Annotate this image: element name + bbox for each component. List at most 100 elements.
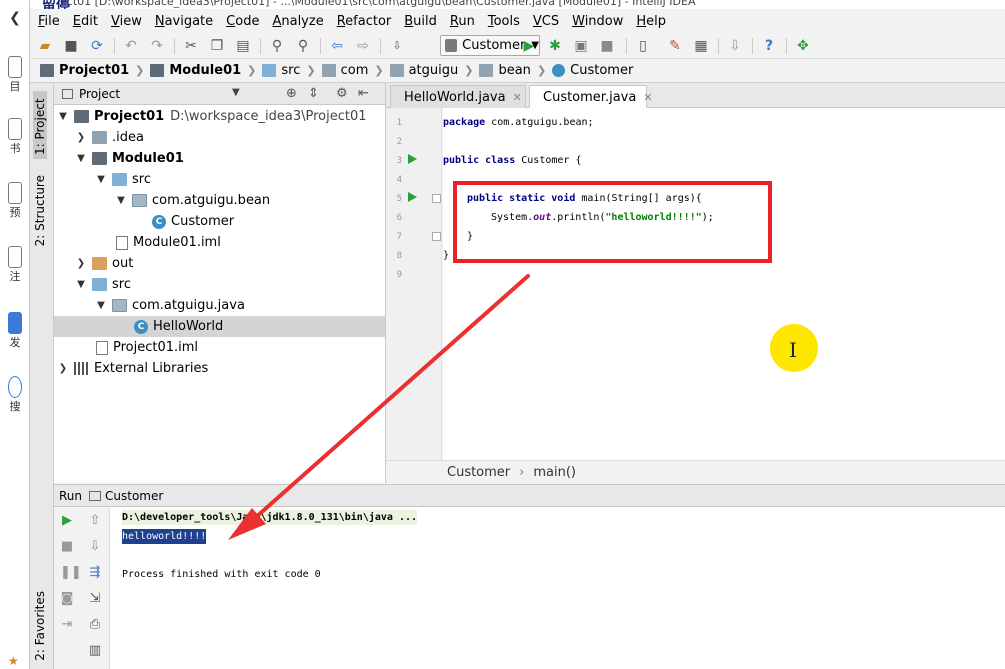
fold-icon[interactable] (432, 232, 441, 241)
find-icon[interactable]: ⚲ (268, 37, 286, 55)
run-config-name[interactable]: Customer (105, 489, 163, 503)
crumb-atguigu[interactable]: atguigu ❯ (389, 63, 480, 78)
menu-tools[interactable]: Tools (488, 14, 520, 29)
stop-icon[interactable]: ■ (60, 540, 74, 554)
project-structure-icon[interactable]: ▦ (692, 37, 710, 55)
chevron-down-icon[interactable]: ▼ (74, 279, 88, 290)
dump-threads-icon[interactable]: ◙ (60, 592, 74, 606)
menu-refactor[interactable]: Refactor (337, 14, 392, 29)
pause-icon[interactable]: ❚❚ (60, 566, 82, 580)
tree-item-module-src[interactable]: ▼ src (54, 169, 385, 190)
tree-item-idea[interactable]: ❯ .idea (54, 127, 385, 148)
tree-item-module01[interactable]: ▼ Module01 (54, 148, 385, 169)
scroll-up-icon[interactable]: ⇧ (88, 514, 102, 528)
crumb-customer[interactable]: Customer (552, 63, 639, 78)
plugin-icon[interactable]: ✥ (794, 37, 812, 55)
run-icon[interactable]: ▶ (520, 37, 538, 55)
crumb-method[interactable]: main() (533, 465, 576, 480)
tree-item-pkg-bean[interactable]: ▼ com.atguigu.bean (54, 190, 385, 211)
build-icon[interactable]: ⇩ (388, 37, 406, 55)
tab-helloworld-java[interactable]: HelloWorld.java ✕ (390, 85, 526, 108)
desktop-item-6[interactable]: 搜 (0, 376, 30, 414)
gear-icon[interactable]: ⚙ (336, 86, 348, 101)
code-editor[interactable]: package com.atguigu.bean; public class C… (443, 108, 1005, 462)
menu-view[interactable]: View (111, 14, 142, 29)
console-output[interactable]: D:\developer_tools\Java\jdk1.8.0_131\bin… (110, 507, 1005, 669)
menu-edit[interactable]: Edit (73, 14, 98, 29)
tab-project[interactable]: 1: Project (33, 91, 47, 159)
back-arrow-icon[interactable]: ❮ (0, 10, 30, 26)
run-main-icon[interactable] (408, 192, 417, 202)
tree-item-project01[interactable]: ▼ Project01 D:\workspace_idea3\Project01 (54, 106, 385, 127)
print-icon[interactable]: ⎙ (88, 618, 102, 632)
menu-navigate[interactable]: Navigate (155, 14, 213, 29)
hide-icon[interactable]: ⇤ (358, 86, 369, 101)
tab-structure[interactable]: 2: Structure (33, 175, 47, 246)
crumb-com[interactable]: com ❯ (321, 63, 390, 78)
stop-icon[interactable]: ■ (598, 37, 616, 55)
desktop-item-1[interactable]: 目 (0, 56, 30, 94)
chevron-down-icon[interactable]: ▼ (74, 153, 88, 164)
back-icon[interactable]: ⇦ (328, 37, 346, 55)
forward-icon[interactable]: ⇨ (354, 37, 372, 55)
redo-icon[interactable]: ↷ (148, 37, 166, 55)
tree-item-out[interactable]: ❯ out (54, 253, 385, 274)
chevron-right-icon[interactable]: ❯ (74, 132, 88, 143)
tree-item-customer[interactable]: C Customer (54, 211, 385, 232)
close-icon[interactable]: ✕ (643, 91, 652, 104)
menu-run[interactable]: Run (450, 14, 475, 29)
chevron-right-icon[interactable]: ❯ (74, 258, 88, 269)
close-icon[interactable]: ✕ (513, 91, 522, 104)
locate-icon[interactable]: ⊕ (286, 86, 297, 101)
tab-customer-java[interactable]: Customer.java ✕ (529, 85, 653, 108)
replace-icon[interactable]: ⚲ (294, 37, 312, 55)
menu-code[interactable]: Code (226, 14, 259, 29)
chevron-down-icon[interactable]: ▼ (232, 87, 240, 98)
trash-icon[interactable]: ▥ (88, 644, 102, 658)
scroll-to-end-icon[interactable]: ⇲ (88, 592, 102, 606)
desktop-item-4[interactable]: 注 (0, 246, 30, 284)
menu-vcs[interactable]: VCS (533, 14, 559, 29)
vcs-icon[interactable]: ▯ (634, 37, 652, 55)
chevron-down-icon[interactable]: ▼ (114, 195, 128, 206)
soft-wrap-icon[interactable]: ⇶ (88, 566, 102, 580)
menu-window[interactable]: Window (572, 14, 623, 29)
tree-item-module-iml[interactable]: Module01.iml (54, 232, 385, 253)
sdk-icon[interactable]: ⇩ (726, 37, 744, 55)
help-icon[interactable]: ? (760, 37, 778, 55)
paste-icon[interactable]: ▤ (234, 37, 252, 55)
menu-build[interactable]: Build (404, 14, 437, 29)
debug-icon[interactable]: ✱ (546, 37, 564, 55)
scroll-down-icon[interactable]: ⇩ (88, 540, 102, 554)
run-class-icon[interactable] (408, 154, 417, 164)
fold-icon[interactable] (432, 194, 441, 203)
chevron-down-icon[interactable]: ▼ (56, 111, 70, 122)
crumb-bean[interactable]: bean ❯ (479, 63, 552, 78)
crumb-project[interactable]: Project01 ❯ (40, 63, 150, 78)
tree-item-external-libraries[interactable]: ❯ External Libraries (54, 358, 385, 379)
save-icon[interactable]: ■ (62, 37, 80, 55)
tree-item-project-iml[interactable]: Project01.iml (54, 337, 385, 358)
menu-analyze[interactable]: Analyze (272, 14, 323, 29)
tree-item-helloworld[interactable]: C HelloWorld (54, 316, 385, 337)
crumb-src[interactable]: src ❯ (262, 63, 321, 78)
crumb-class[interactable]: Customer (447, 465, 510, 480)
coverage-icon[interactable]: ▣ (572, 37, 590, 55)
menu-file[interactable]: File (38, 14, 60, 29)
menu-help[interactable]: Help (636, 14, 666, 29)
sync-icon[interactable]: ⟳ (88, 37, 106, 55)
chevron-right-icon[interactable]: ❯ (56, 363, 70, 374)
chevron-down-icon[interactable]: ▼ (94, 174, 108, 185)
tree-item-pkg-java[interactable]: ▼ com.atguigu.java (54, 295, 385, 316)
copy-icon[interactable]: ❐ (208, 37, 226, 55)
cut-icon[interactable]: ✂ (182, 37, 200, 55)
crumb-module[interactable]: Module01 ❯ (150, 63, 262, 78)
tab-favorites[interactable]: 2: Favorites (33, 591, 47, 661)
settings-icon[interactable]: ✎ (666, 37, 684, 55)
rerun-icon[interactable]: ▶ (60, 514, 74, 528)
desktop-item-3[interactable]: 预 (0, 182, 30, 220)
exit-icon[interactable]: ⇥ (60, 618, 74, 632)
desktop-item-2[interactable]: 书 (0, 118, 30, 156)
desktop-item-5[interactable]: 发 (0, 312, 30, 350)
chevron-down-icon[interactable]: ▼ (94, 300, 108, 311)
